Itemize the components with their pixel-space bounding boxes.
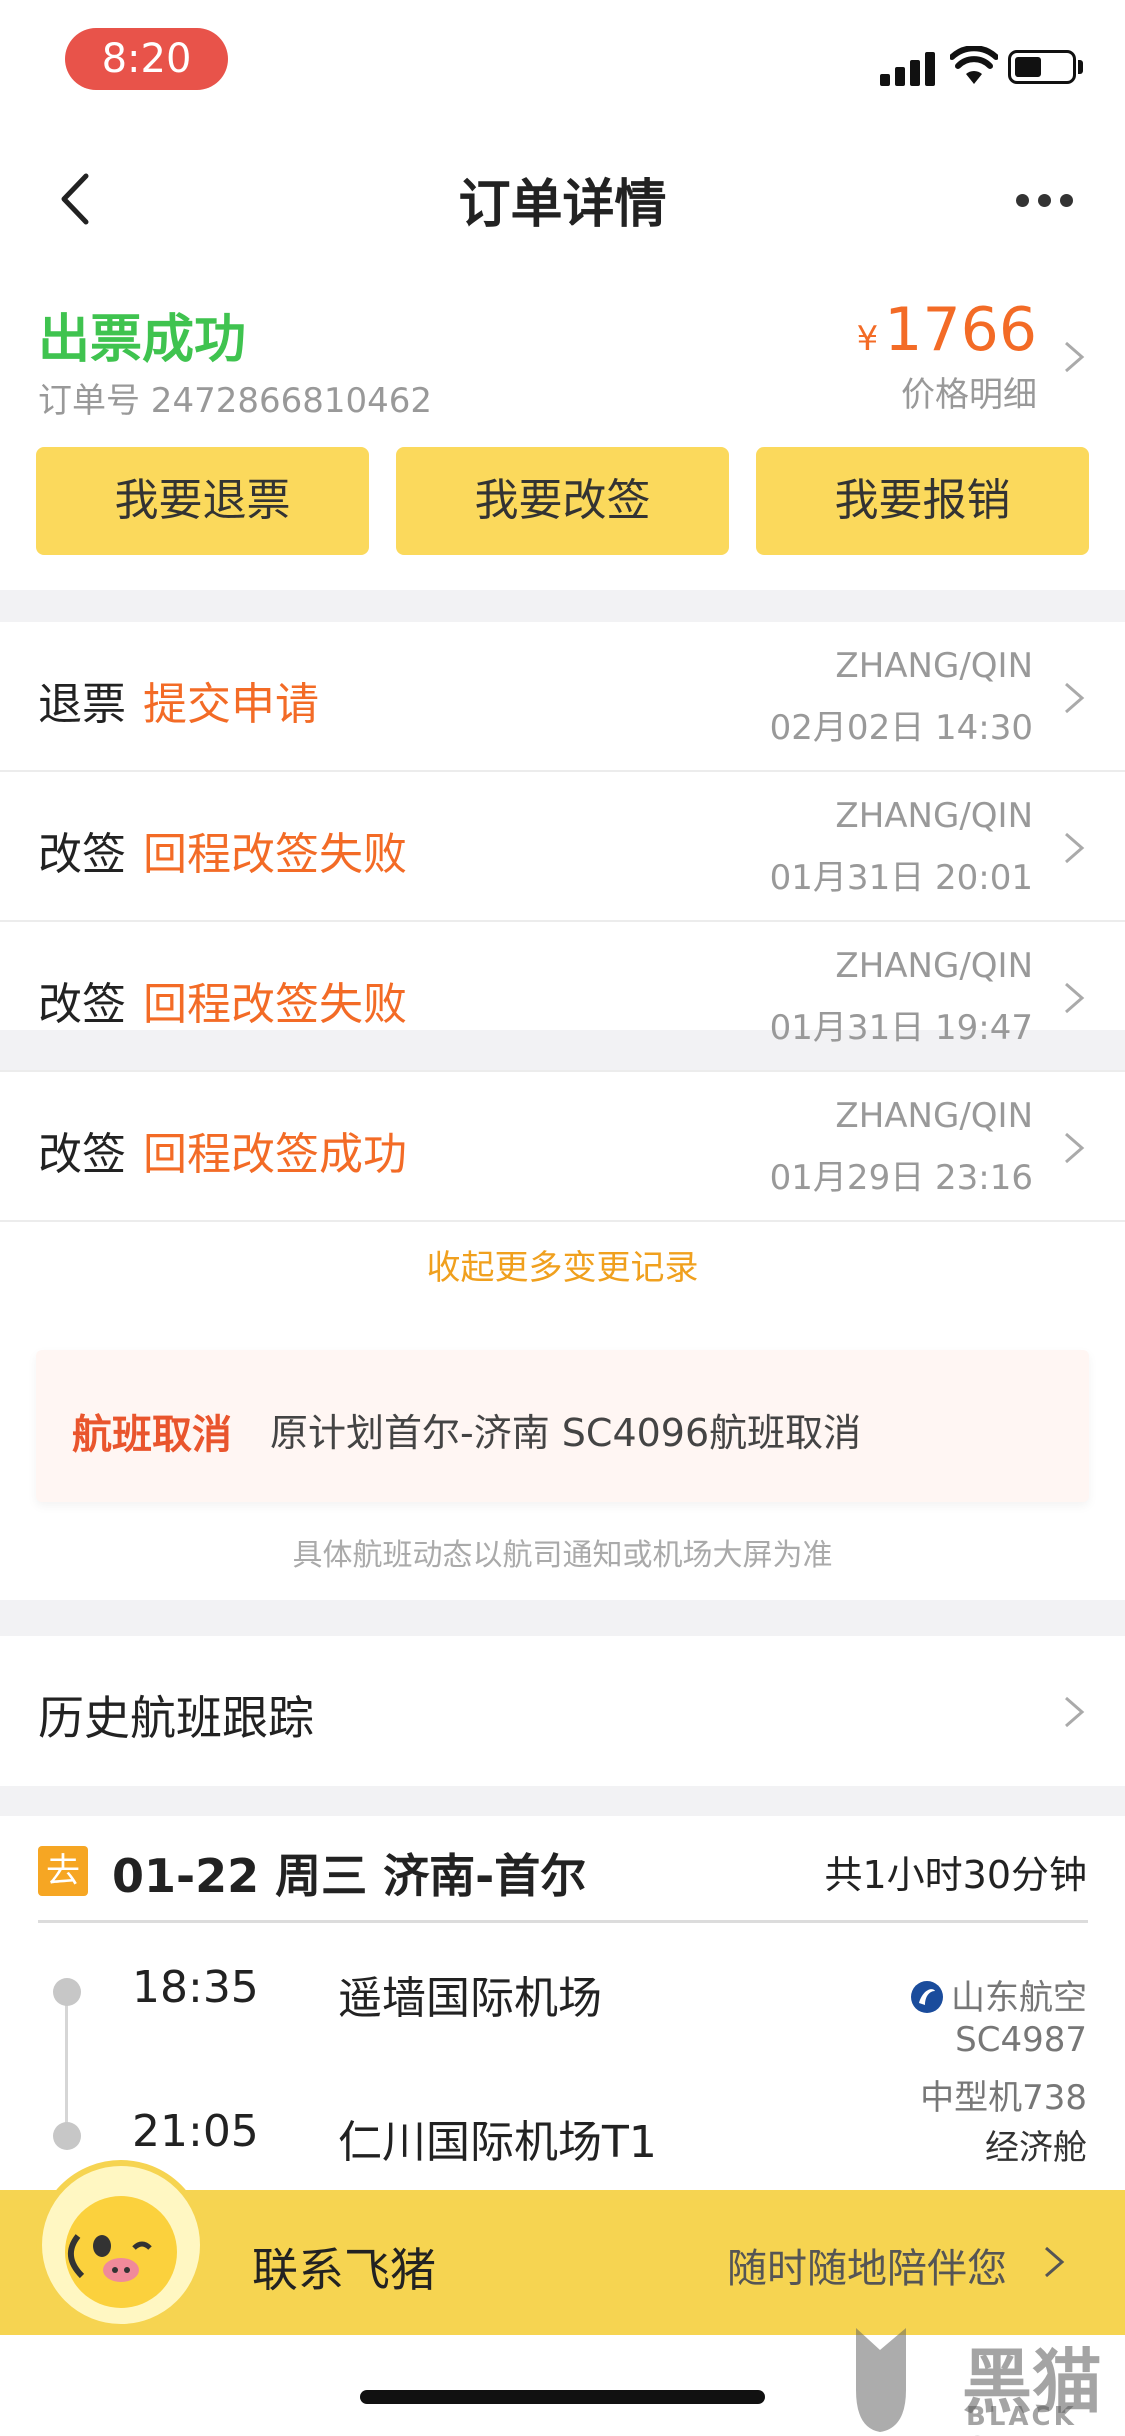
record-type: 改签 (38, 979, 126, 1030)
arrive-time: 21:05 (132, 2106, 259, 2157)
chevron-right-icon (1065, 832, 1085, 864)
total-price: ¥1766 (857, 295, 1037, 365)
battery-icon (1008, 50, 1076, 84)
banner-tagline: 随时随地陪伴您 (727, 2246, 1007, 2292)
price-detail-link[interactable]: 价格明细 (857, 367, 1037, 416)
chevron-right-icon[interactable] (1060, 337, 1088, 377)
record-type: 改签 (38, 1129, 126, 1180)
status-bar: 8:20 (0, 0, 1125, 120)
contact-label[interactable]: 联系飞猪 (252, 2234, 436, 2300)
notice-text: 原计划首尔-济南 SC4096航班取消 (270, 1411, 862, 1455)
chevron-right-icon (1065, 1132, 1085, 1164)
change-button[interactable]: 我要改签 (396, 447, 729, 555)
record-type: 退票 (38, 679, 126, 730)
timeline-line (65, 1996, 68, 2136)
record-status: 回程改签失败 (143, 829, 407, 880)
record-status: 回程改签失败 (143, 979, 407, 1030)
battery-cap (1078, 60, 1083, 74)
record-row[interactable]: 改签 回程改签成功 ZHANG/QIN 01月29日 23:16 (0, 1072, 1125, 1222)
history-flight-tracking[interactable]: 历史航班跟踪 (0, 1636, 1125, 1786)
cabin-class: 经济舱 (985, 2128, 1087, 2168)
arrive-airport: 仁川国际机场T1 (338, 2117, 657, 2168)
price-block[interactable]: ¥1766 价格明细 (857, 295, 1037, 416)
order-detail-screen: 8:20 订单详情 出票成功 订单号 2472866810462 ¥1766 价… (0, 0, 1125, 2436)
order-number: 订单号 2472866810462 (38, 381, 433, 421)
record-passenger: ZHANG/QIN (835, 946, 1033, 986)
shandong-airlines-logo-icon (911, 1981, 943, 2013)
chevron-right-icon (1065, 682, 1085, 714)
record-status: 提交申请 (143, 679, 319, 730)
record-row[interactable]: 退票 提交申请 ZHANG/QIN 02月02日 14:30 (0, 622, 1125, 772)
record-passenger: ZHANG/QIN (835, 1096, 1033, 1136)
record-time: 01月29日 23:16 (769, 1158, 1033, 1198)
status-time: 8:20 (65, 28, 228, 90)
record-type: 改签 (38, 829, 126, 880)
depart-airport: 遥墙国际机场 (338, 1973, 602, 2024)
chevron-right-icon (1065, 982, 1085, 1014)
refund-button[interactable]: 我要退票 (36, 447, 369, 555)
reimburse-button[interactable]: 我要报销 (756, 447, 1089, 555)
price-value: 1766 (884, 295, 1037, 365)
currency-symbol: ¥ (856, 319, 879, 359)
notice-tag: 航班取消 (72, 1412, 232, 1458)
depart-dot (53, 1978, 81, 2006)
fliggy-mascot-icon (36, 2160, 206, 2330)
home-indicator[interactable] (360, 2390, 765, 2404)
notice-footnote: 具体航班动态以航司通知或机场大屏为准 (292, 1538, 833, 1573)
arrive-dot (53, 2122, 81, 2150)
flight-duration: 共1小时30分钟 (824, 1853, 1087, 1897)
divider (38, 1920, 1088, 1923)
nav-bar: 订单详情 (0, 120, 1125, 275)
more-icon[interactable] (1010, 186, 1080, 216)
record-time: 01月31日 20:01 (769, 858, 1033, 898)
record-time: 01月31日 19:47 (769, 1008, 1033, 1048)
flight-number: SC4987 (955, 2020, 1087, 2060)
outbound-badge: 去 (38, 1846, 88, 1896)
collapse-records-link[interactable]: 收起更多变更记录 (0, 1240, 1125, 1289)
depart-time: 18:35 (132, 1962, 259, 2013)
ticket-status: 出票成功 (38, 310, 247, 370)
record-passenger: ZHANG/QIN (835, 796, 1033, 836)
flight-cancel-notice: 航班取消 原计划首尔-济南 SC4096航班取消 (36, 1350, 1089, 1502)
record-status: 回程改签成功 (143, 1129, 407, 1180)
chevron-right-icon (1065, 1696, 1085, 1728)
cellular-signal-icon (880, 50, 938, 86)
record-row[interactable]: 改签 回程改签失败 ZHANG/QIN 01月31日 20:01 (0, 772, 1125, 922)
aircraft-type: 中型机738 (920, 2078, 1087, 2118)
page-title: 订单详情 (458, 175, 667, 235)
history-label: 历史航班跟踪 (38, 1691, 314, 1745)
wifi-icon (950, 46, 998, 84)
record-row[interactable]: 改签 回程改签失败 ZHANG/QIN 01月31日 19:47 (0, 922, 1125, 1072)
record-passenger: ZHANG/QIN (835, 646, 1033, 686)
airline-name: 山东航空 (909, 1970, 1087, 2019)
record-time: 02月02日 14:30 (769, 708, 1033, 748)
flight-date-route: 01-22 周三 济南-首尔 (112, 1849, 587, 1903)
watermark-subtext: BLACK CAT (966, 2402, 1077, 2436)
change-records: 退票 提交申请 ZHANG/QIN 02月02日 14:30 改签 回程改签失败… (0, 622, 1125, 1072)
order-summary: 出票成功 订单号 2472866810462 ¥1766 价格明细 我要退票 我… (0, 275, 1125, 590)
chevron-right-icon[interactable] (1040, 2242, 1068, 2282)
